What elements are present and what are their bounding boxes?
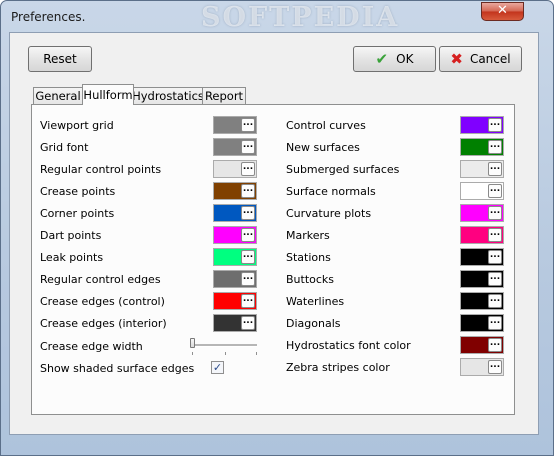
color-swatch-button[interactable]: ... [460, 248, 504, 266]
left_column-label: Crease points [40, 185, 116, 198]
slider-tick [256, 352, 257, 355]
ellipsis-icon: ... [241, 184, 255, 198]
ellipsis-icon: ... [488, 294, 502, 308]
color-swatch-button[interactable]: ... [460, 226, 504, 244]
color-swatch-button[interactable]: ... [460, 336, 504, 354]
color-swatch-button[interactable]: ... [460, 160, 504, 178]
color-swatch-button[interactable]: ... [460, 204, 504, 222]
edge-width-slider-thumb[interactable] [190, 338, 195, 348]
color-swatch-button[interactable]: ... [460, 292, 504, 310]
right_column-label: Markers [286, 229, 330, 242]
ok-button-label: OK [396, 52, 414, 66]
ellipsis-icon: ... [241, 118, 255, 132]
close-icon: ✕ [497, 3, 508, 18]
color-swatch-button[interactable]: ... [213, 182, 257, 200]
color-swatch-button[interactable]: ... [213, 226, 257, 244]
color-swatch-button[interactable]: ... [213, 138, 257, 156]
right_column-label: Submerged surfaces [286, 163, 400, 176]
right_column-label: Stations [286, 251, 331, 264]
tab-report[interactable]: Report [202, 87, 246, 104]
ellipsis-icon: ... [241, 162, 255, 176]
close-button[interactable]: ✕ [481, 2, 524, 21]
left_column-label: Crease edges (control) [40, 295, 165, 308]
edge-width-slider-track[interactable] [191, 344, 257, 347]
tab-hullform[interactable]: Hullform [82, 84, 134, 105]
ellipsis-icon: ... [241, 140, 255, 154]
ellipsis-icon: ... [488, 140, 502, 154]
slider-tick [192, 352, 193, 355]
left_column-label: Regular control points [40, 163, 162, 176]
cancel-button-label: Cancel [469, 52, 511, 66]
checkmark-icon: ✔ [375, 50, 389, 68]
tab-hydrostatics[interactable]: Hydrostatics [132, 87, 204, 104]
softpedia-watermark: SOFTPEDIA [201, 2, 400, 33]
left_column-label: Dart points [40, 229, 102, 242]
right_column-label: New surfaces [286, 141, 360, 154]
ellipsis-icon: ... [488, 162, 502, 176]
crease-edge-width-label: Crease edge width [40, 340, 143, 353]
ellipsis-icon: ... [488, 272, 502, 286]
color-swatch-button[interactable]: ... [213, 160, 257, 178]
ellipsis-icon: ... [241, 228, 255, 242]
left_column-label: Corner points [40, 207, 115, 220]
show-shaded-edges-label: Show shaded surface edges [40, 362, 195, 375]
ellipsis-icon: ... [241, 294, 255, 308]
color-swatch-button[interactable]: ... [213, 248, 257, 266]
show-shaded-edges-checkbox[interactable]: ✓ [211, 361, 224, 374]
color-swatch-button[interactable]: ... [460, 314, 504, 332]
left_column-label: Crease edges (interior) [40, 317, 167, 330]
right_column-label: Control curves [286, 119, 366, 132]
preferences-window: Preferences. SOFTPEDIA ✕ Reset ✔ OK ✖ Ca… [0, 0, 554, 456]
color-swatch-button[interactable]: ... [213, 204, 257, 222]
window-title: Preferences. [11, 10, 86, 24]
ellipsis-icon: ... [488, 206, 502, 220]
right_column-label: Zebra stripes color [286, 361, 390, 374]
right_column-label: Waterlines [286, 295, 345, 308]
title-bar[interactable]: Preferences. SOFTPEDIA ✕ [1, 1, 553, 33]
right_column-label: Surface normals [286, 185, 376, 198]
ellipsis-icon: ... [241, 250, 255, 264]
right_column-label: Curvature plots [286, 207, 372, 220]
left_column-label: Regular control edges [40, 273, 161, 286]
color-swatch-button[interactable]: ... [213, 270, 257, 288]
color-swatch-button[interactable]: ... [213, 292, 257, 310]
tab-general[interactable]: General [33, 87, 83, 104]
color-swatch-button[interactable]: ... [213, 314, 257, 332]
ellipsis-icon: ... [488, 228, 502, 242]
ellipsis-icon: ... [241, 272, 255, 286]
ellipsis-icon: ... [241, 206, 255, 220]
cancel-x-icon: ✖ [450, 50, 463, 68]
cancel-button[interactable]: ✖ Cancel [439, 46, 522, 72]
right_column-label: Hydrostatics font color [286, 339, 411, 352]
ok-button[interactable]: ✔ OK [353, 46, 436, 72]
reset-button[interactable]: Reset [28, 46, 92, 72]
right_column-label: Buttocks [286, 273, 335, 286]
left_column-label: Viewport grid [40, 119, 114, 132]
reset-button-label: Reset [43, 52, 77, 66]
left_column-label: Leak points [40, 251, 104, 264]
color-swatch-button[interactable]: ... [460, 138, 504, 156]
color-swatch-button[interactable]: ... [460, 358, 504, 376]
slider-tick [225, 352, 226, 355]
color-swatch-button[interactable]: ... [460, 116, 504, 134]
ellipsis-icon: ... [488, 118, 502, 132]
ellipsis-icon: ... [488, 316, 502, 330]
color-swatch-button[interactable]: ... [460, 182, 504, 200]
ellipsis-icon: ... [488, 338, 502, 352]
left_column-label: Grid font [40, 141, 89, 154]
ellipsis-icon: ... [488, 360, 502, 374]
color-swatch-button[interactable]: ... [213, 116, 257, 134]
ellipsis-icon: ... [488, 250, 502, 264]
ellipsis-icon: ... [241, 316, 255, 330]
ellipsis-icon: ... [488, 184, 502, 198]
color-swatch-button[interactable]: ... [460, 270, 504, 288]
right_column-label: Diagonals [286, 317, 341, 330]
